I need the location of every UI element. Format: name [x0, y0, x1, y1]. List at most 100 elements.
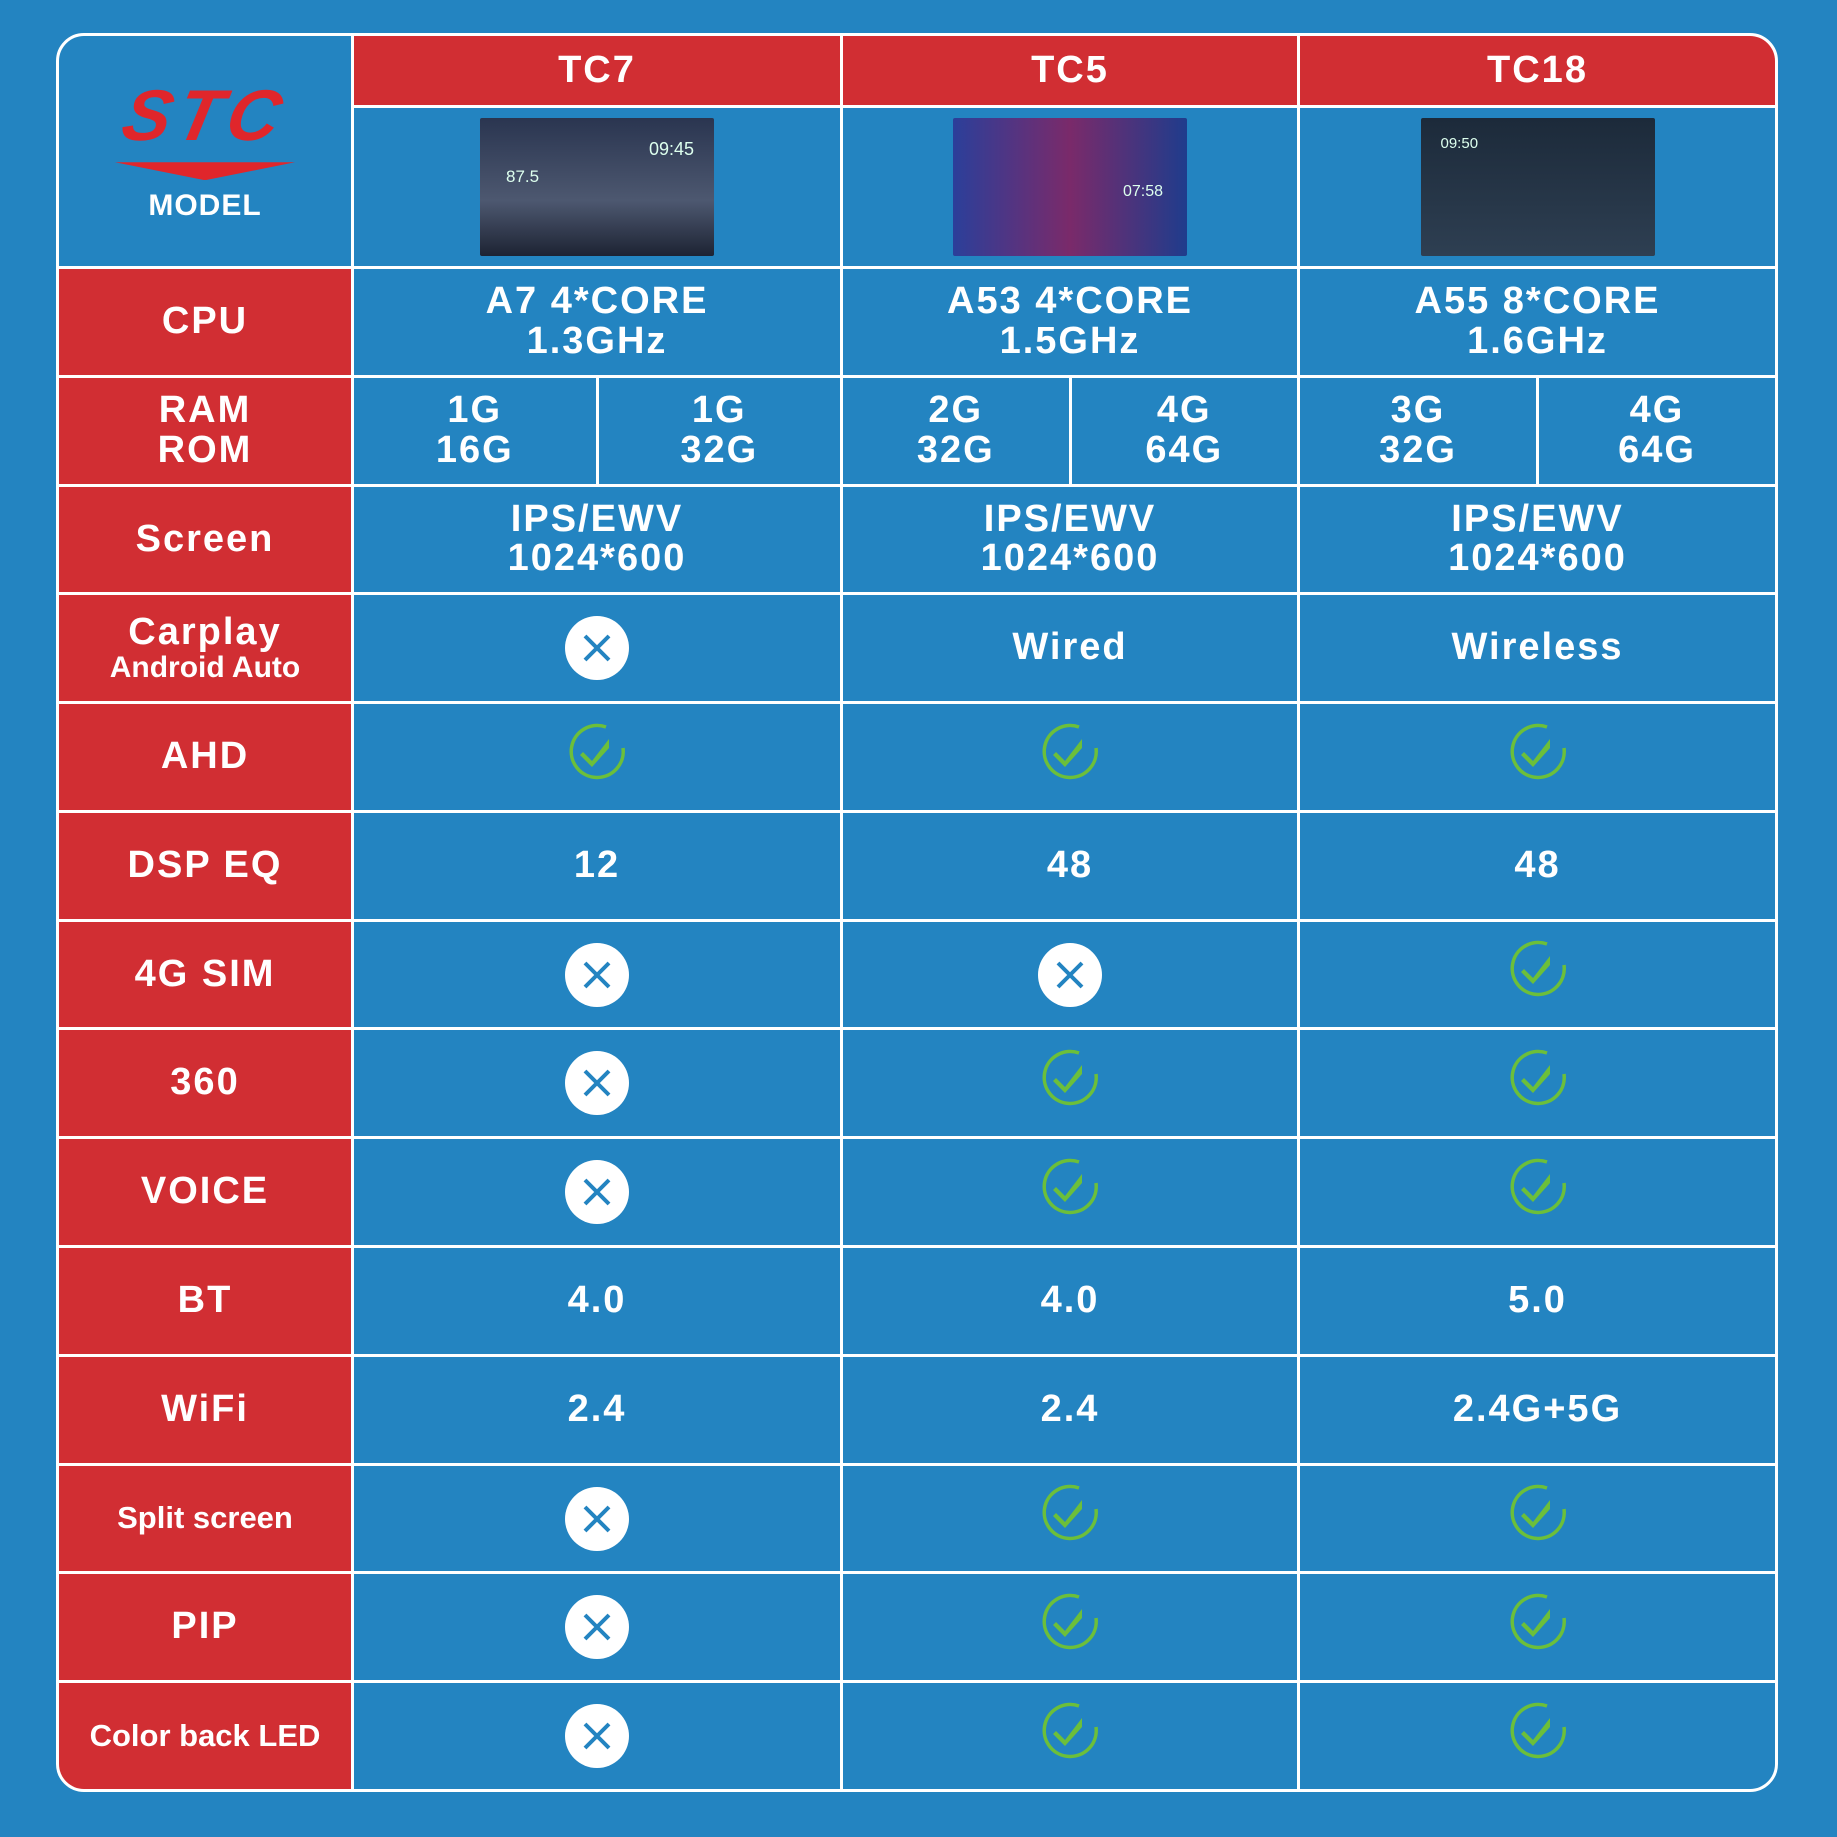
model-header-tc7: TC7 — [354, 36, 840, 105]
row-label-text: Split screen — [117, 1500, 293, 1536]
tc5-screenshot: 07:58 — [953, 118, 1187, 256]
spec-cell — [843, 704, 1297, 810]
spec-cell: 5.0 — [1300, 1248, 1775, 1354]
spec-cell — [1300, 1574, 1775, 1681]
model-header-tc18: TC18 — [1300, 36, 1775, 105]
spec-value: 1G 16G — [354, 377, 596, 484]
check-icon — [1037, 1481, 1103, 1556]
spec-cell: 2.4G+5G — [1300, 1356, 1775, 1463]
row-sublabel: Android Auto — [109, 651, 301, 685]
row-label: WiFi — [59, 1356, 351, 1463]
screen-time: 09:50 — [1440, 135, 1479, 152]
model-header-tc5: TC5 — [843, 36, 1297, 105]
row-label-text: Carplay — [128, 610, 282, 653]
x-icon — [565, 1486, 629, 1551]
row-label-text: 4G SIM — [134, 952, 276, 995]
x-icon — [565, 1160, 629, 1225]
spec-cell — [843, 1683, 1297, 1789]
row-label-text: WiFi — [161, 1387, 249, 1430]
row-label: 360 — [59, 1030, 351, 1137]
x-icon — [565, 616, 629, 681]
row-label-text: AHD — [160, 735, 250, 778]
check-icon — [1037, 720, 1103, 795]
spec-cell — [354, 704, 840, 810]
row-label: CPU — [59, 269, 351, 375]
spec-cell — [354, 595, 840, 702]
row-label: 4G SIM — [59, 921, 351, 1028]
check-icon — [564, 720, 630, 795]
screen-time: 07:58 — [1122, 183, 1163, 200]
x-icon — [565, 942, 629, 1007]
x-icon — [565, 1051, 629, 1116]
spec-cell: 2.4 — [354, 1356, 840, 1463]
x-icon — [565, 1595, 629, 1660]
row-label-text: PIP — [171, 1605, 239, 1648]
row-label-text: BT — [177, 1279, 233, 1321]
spec-cell: 48 — [1300, 812, 1775, 919]
check-icon — [1505, 1155, 1571, 1230]
spec-cell — [354, 1683, 840, 1789]
row-label-text: CPU — [161, 299, 249, 342]
spec-cell: 2.4 — [843, 1356, 1297, 1463]
spec-cell — [843, 1139, 1297, 1246]
spec-value: 4G 64G — [1539, 377, 1775, 484]
spec-cell — [354, 1030, 840, 1137]
row-label: Color back LED — [59, 1683, 351, 1789]
check-icon — [1505, 1590, 1571, 1665]
spec-cell: Wireless — [1300, 595, 1775, 702]
spec-value: 1G 32G — [598, 377, 840, 484]
spec-cell: A7 4*CORE 1.3GHz — [354, 269, 840, 375]
x-icon — [565, 1704, 629, 1769]
spec-cell: IPS/EWV 1024*600 — [1300, 486, 1775, 593]
check-icon — [1505, 1699, 1571, 1774]
row-label: PIP — [59, 1574, 351, 1681]
check-icon — [1037, 1155, 1103, 1230]
check-icon — [1505, 937, 1571, 1012]
check-icon — [1037, 1046, 1103, 1121]
row-label-text: VOICE — [140, 1170, 270, 1213]
spec-cell: 48 — [843, 812, 1297, 919]
spec-value: 2G 32G — [843, 377, 1069, 484]
brand-cell: STC MODEL — [59, 36, 351, 266]
row-label: RAM ROM — [59, 377, 351, 484]
check-icon — [1505, 1481, 1571, 1556]
tc7-image-cell: 09:45 87.5 — [354, 108, 840, 266]
spec-value: 4G 64G — [1071, 377, 1297, 484]
spec-cell — [354, 1465, 840, 1572]
check-icon — [1037, 1590, 1103, 1665]
row-label: Split screen — [59, 1465, 351, 1572]
spec-cell — [1300, 704, 1775, 810]
row-label: DSP EQ — [59, 812, 351, 919]
spec-cell: A53 4*CORE 1.5GHz — [843, 269, 1297, 375]
spec-cell: 2G 32G 4G 64G — [843, 377, 1297, 484]
spec-cell — [843, 921, 1297, 1028]
spec-value: 3G 32G — [1300, 377, 1536, 484]
spec-cell — [354, 1574, 840, 1681]
row-label-text: Screen — [135, 517, 275, 560]
check-icon — [1505, 1046, 1571, 1121]
stc-logo: STC — [115, 76, 295, 157]
spec-cell — [1300, 1683, 1775, 1789]
tc7-screenshot: 09:45 87.5 — [480, 118, 714, 256]
row-label: Carplay Android Auto — [59, 595, 351, 702]
spec-cell: 1G 16G 1G 32G — [354, 377, 840, 484]
row-label-text: Color back LED — [89, 1717, 321, 1753]
spec-cell: 4.0 — [354, 1248, 840, 1354]
spec-cell — [1300, 1030, 1775, 1137]
spec-cell: 12 — [354, 812, 840, 919]
spec-cell — [354, 1139, 840, 1246]
spec-cell — [354, 921, 840, 1028]
screen-freq: 87.5 — [506, 167, 540, 186]
spec-cell — [843, 1030, 1297, 1137]
row-label-text: DSP EQ — [127, 843, 283, 886]
tc18-screenshot: 09:50 — [1420, 118, 1655, 256]
screen-time: 09:45 — [648, 139, 694, 159]
row-label: AHD — [59, 704, 351, 810]
logo-arrow-icon — [115, 162, 295, 181]
row-label-text: 360 — [170, 1061, 240, 1104]
x-icon — [1038, 942, 1102, 1007]
tc5-image-cell: 07:58 — [843, 108, 1297, 266]
spec-cell — [1300, 921, 1775, 1028]
spec-cell: 4.0 — [843, 1248, 1297, 1354]
spec-cell: IPS/EWV 1024*600 — [354, 486, 840, 593]
